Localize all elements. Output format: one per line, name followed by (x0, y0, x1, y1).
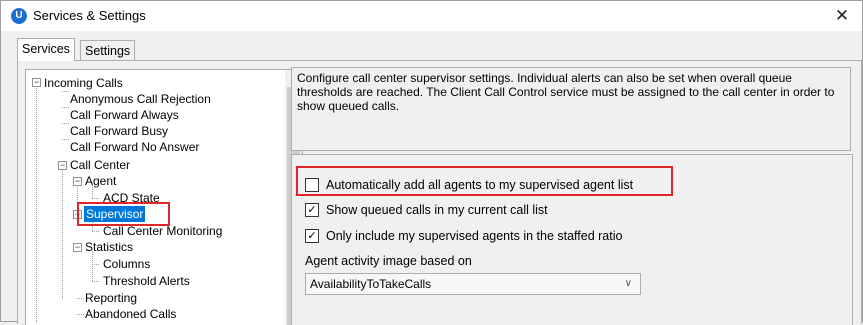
title-bar: U Services & Settings ✕ (1, 1, 862, 31)
collapse-agent-icon[interactable]: − (73, 177, 82, 186)
collapse-call-center-icon[interactable]: − (58, 161, 67, 170)
services-tree[interactable]: − − − − − Incoming Calls Anonymous Call … (25, 69, 303, 325)
tree-connector (36, 83, 37, 323)
tab-settings[interactable]: Settings (80, 40, 136, 61)
tree-connector (62, 139, 69, 140)
description-panel: Configure call center supervisor setting… (291, 67, 851, 151)
auto-add-highlight-box (296, 166, 673, 196)
supervised-agents-staffed-ratio-label[interactable]: Only include my supervised agents in the… (326, 227, 622, 245)
tree-item-call-forward-no-answer[interactable]: Call Forward No Answer (70, 139, 199, 155)
supervisor-settings-panel: Automatically add all agents to my super… (291, 154, 853, 325)
tree-connector (62, 107, 69, 108)
tree-connector (62, 169, 63, 299)
collapse-statistics-icon[interactable]: − (73, 243, 82, 252)
show-queued-calls-label[interactable]: Show queued calls in my current call lis… (326, 201, 548, 219)
tab-services[interactable]: Services (17, 38, 75, 61)
agent-activity-image-label: Agent activity image based on (305, 254, 472, 268)
tree-connector (62, 123, 69, 124)
tree-item-statistics[interactable]: Statistics (85, 239, 133, 255)
tree-connector (92, 264, 99, 265)
agent-activity-image-select[interactable]: AvailabilityToTakeCalls ∨ (305, 273, 641, 295)
app-icon: U (11, 8, 27, 24)
tree-connector (62, 91, 69, 92)
tree-item-call-center[interactable]: Call Center (70, 157, 130, 173)
tree-connector (77, 314, 84, 315)
tree-item-columns[interactable]: Columns (103, 256, 150, 272)
show-queued-calls-checkbox[interactable]: ✓ (305, 203, 319, 217)
tree-connector (92, 281, 99, 282)
tree-connector (77, 298, 84, 299)
agent-activity-image-value: AvailabilityToTakeCalls (310, 277, 432, 291)
collapse-incoming-calls-icon[interactable]: − (32, 78, 41, 87)
tree-item-abandoned-calls[interactable]: Abandoned Calls (85, 306, 176, 322)
services-settings-window: U Services & Settings ✕ Services Setting… (0, 0, 863, 325)
supervisor-highlight-box (77, 202, 170, 226)
tree-item-call-forward-always[interactable]: Call Forward Always (70, 107, 179, 123)
tree-item-anonymous-call-rejection[interactable]: Anonymous Call Rejection (70, 91, 211, 107)
chevron-down-icon[interactable]: ∨ (625, 274, 632, 294)
tab-content: − − − − − Incoming Calls Anonymous Call … (17, 60, 862, 325)
tree-item-threshold-alerts[interactable]: Threshold Alerts (103, 273, 190, 289)
tree-connector (92, 251, 93, 281)
tree-item-call-forward-busy[interactable]: Call Forward Busy (70, 123, 168, 139)
tree-connector (92, 198, 99, 199)
close-button[interactable]: ✕ (828, 4, 856, 28)
tree-connector (92, 231, 99, 232)
window-title: Services & Settings (33, 8, 146, 23)
supervised-agents-staffed-ratio-checkbox[interactable]: ✓ (305, 229, 319, 243)
tree-item-reporting[interactable]: Reporting (85, 290, 137, 306)
tree-item-agent[interactable]: Agent (85, 173, 116, 189)
tree-item-incoming-calls[interactable]: Incoming Calls (44, 75, 123, 91)
